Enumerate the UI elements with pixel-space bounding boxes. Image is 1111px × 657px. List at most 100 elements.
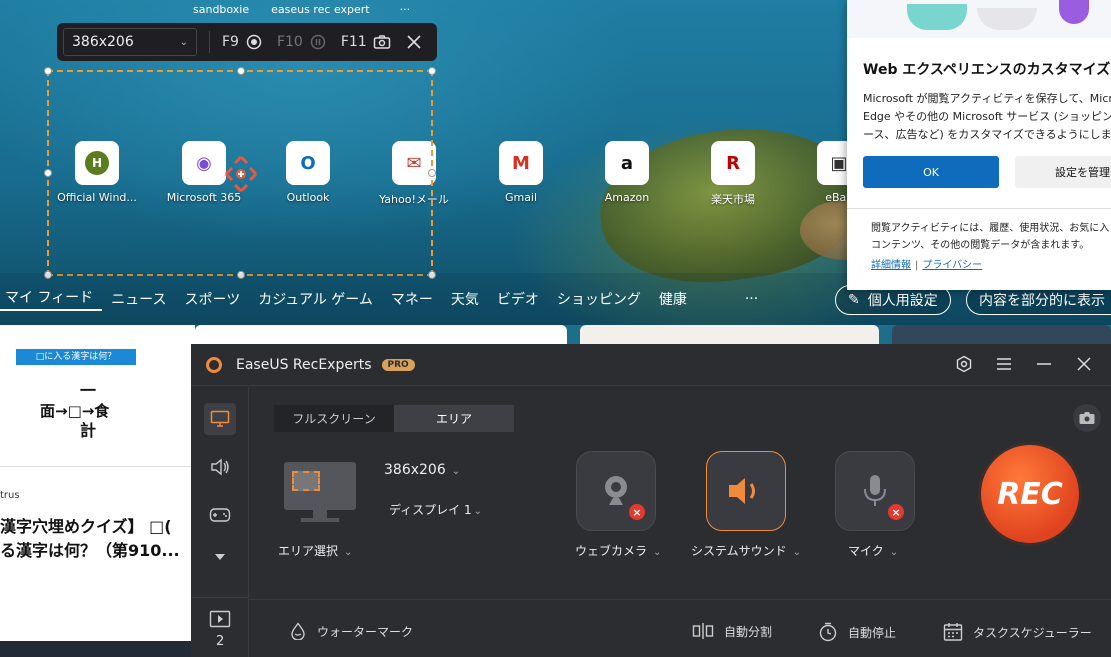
edge-customize-popup: Web エクスペリエンスのカスタマイズ Microsoft が閲覧アクティビティ…	[847, 0, 1111, 290]
area-select-dropdown[interactable]: エリア選択 ⌄	[278, 542, 352, 559]
popup-body: Microsoft が閲覧アクティビティを保存して、Microsoft Edge…	[863, 92, 1111, 141]
chevron-down-icon: ⌄	[792, 547, 802, 558]
chevron-down-icon: ⌄	[344, 547, 353, 558]
sidebar-audio-record[interactable]	[204, 451, 236, 483]
news-headline[interactable]: 漢字穴埋めクイズ】 □( る漢字は何？（第910...	[0, 515, 195, 563]
system-sound-dropdown[interactable]: システムサウンド ⌄	[691, 542, 801, 559]
speaker-icon	[211, 458, 229, 476]
nav-video[interactable]: ビデオ	[488, 289, 548, 309]
resize-handle-w[interactable]	[44, 169, 52, 177]
nav-my-feed[interactable]: マイ フィード	[0, 287, 103, 311]
gamepad-icon	[209, 508, 231, 522]
auto-split-button[interactable]: 自動分割	[692, 622, 772, 640]
close-icon[interactable]	[1075, 354, 1093, 374]
recexperts-window: EaseUS RecExperts PRO 2 フルスクリーン エリア 386x…	[191, 344, 1111, 657]
details-link[interactable]: 詳細情報	[871, 260, 911, 271]
manage-settings-button[interactable]: 設定を管理	[1015, 156, 1111, 188]
task-scheduler-button[interactable]: タスクスケジューラー	[943, 622, 1092, 642]
sidebar-expand[interactable]	[204, 541, 236, 573]
disabled-badge-icon: ×	[888, 504, 904, 520]
chevron-down-icon: ⌄	[653, 547, 662, 558]
popup-illustration	[847, 0, 1111, 38]
speaker-icon	[729, 478, 755, 504]
monitor-icon	[210, 410, 230, 427]
sidebar-screen-record[interactable]	[204, 403, 236, 435]
screenshot-camera-icon[interactable]	[373, 33, 391, 51]
recordings-count: 2	[216, 634, 225, 649]
nav-news[interactable]: ニュース	[102, 289, 175, 309]
nav-sports[interactable]: スポーツ	[175, 289, 249, 309]
menu-icon[interactable]	[995, 354, 1013, 374]
news-card[interactable]: □に入る漢字は何？ 一 面→□→食 計 trus 漢字穴埋めクイズ】 □( る漢…	[0, 325, 195, 657]
webcam-dropdown[interactable]: ウェブカメラ ⌄	[575, 542, 661, 559]
feed-card	[892, 325, 1111, 345]
popup-links: 詳細情報 | プライバシー	[871, 260, 983, 271]
gmail-icon: M	[499, 141, 543, 185]
area-size-dropdown[interactable]: 386x206 ⌄	[384, 462, 460, 478]
floating-record-toolbar: 386x206 ⌄ F9 F10 F11	[57, 23, 437, 61]
resize-handle-ne[interactable]	[428, 67, 436, 75]
chevron-down-icon: ⌄	[473, 506, 483, 517]
shortcut-rakuten[interactable]: R 楽天市場	[678, 141, 788, 207]
tabs-more[interactable]: ···	[400, 3, 411, 16]
hexagon-settings-icon[interactable]	[955, 354, 973, 374]
rakuten-icon: R	[711, 141, 755, 185]
tab-fullscreen[interactable]: フルスクリーン	[274, 405, 394, 432]
resize-handle-e[interactable]	[428, 169, 436, 177]
nav-casual-games[interactable]: カジュアル ゲーム	[249, 289, 382, 309]
kanji-quiz: 一 面→□→食 計	[40, 381, 110, 440]
news-next-card	[0, 641, 195, 657]
split-icon	[692, 623, 714, 639]
personalize-icon: ✎	[848, 292, 860, 308]
app-footer: ウォーターマーク 自動分割 自動停止 タスクスケジューラー	[249, 599, 1111, 657]
area-size-dropdown[interactable]: 386x206 ⌄	[63, 28, 197, 56]
privacy-link[interactable]: プライバシー	[922, 260, 982, 271]
ok-button[interactable]: OK	[863, 156, 999, 188]
record-start-icon[interactable]	[245, 33, 263, 51]
chevron-down-icon: ⌄	[451, 466, 461, 477]
webcam-toggle[interactable]: ×	[576, 451, 656, 531]
video-folder-icon	[209, 610, 231, 628]
move-cross-icon[interactable]	[224, 155, 258, 199]
screenshot-button[interactable]	[1073, 404, 1101, 432]
microphone-dropdown[interactable]: マイク ⌄	[848, 542, 898, 559]
tab-area[interactable]: エリア	[394, 405, 514, 432]
popup-note: 閲覧アクティビティには、履歴、使用状況、お気に入り、コンテンツ、その他の閲覧デー…	[871, 223, 1111, 251]
resize-handle-n[interactable]	[237, 67, 245, 75]
nav-health[interactable]: 健康	[650, 289, 696, 309]
watermark-drop-icon	[291, 622, 305, 640]
popup-divider	[847, 208, 1111, 209]
camera-icon	[1079, 412, 1095, 424]
nav-money[interactable]: マネー	[382, 289, 442, 309]
display-preview-icon	[284, 462, 356, 510]
webcam-icon	[605, 476, 627, 505]
watermark-button[interactable]: ウォーターマーク	[289, 622, 413, 640]
minimize-icon[interactable]	[1035, 354, 1053, 374]
feed-card	[195, 325, 567, 345]
auto-stop-button[interactable]: 自動停止	[818, 622, 896, 642]
rec-button[interactable]: REC	[981, 445, 1079, 543]
popup-title: Web エクスペリエンスのカスタマイズ	[863, 62, 1111, 78]
tab-easeus[interactable]: easeus rec expert	[271, 3, 369, 16]
nav-weather[interactable]: 天気	[442, 289, 488, 309]
app-titlebar: EaseUS RecExperts PRO	[191, 344, 1111, 386]
nav-shopping[interactable]: ショッピング	[548, 289, 650, 309]
tab-sandboxie[interactable]: sandboxie	[193, 3, 249, 16]
microphone-toggle[interactable]: ×	[835, 451, 915, 531]
news-image: □に入る漢字は何？ 一 面→□→食 計	[0, 325, 195, 467]
system-sound-toggle[interactable]	[706, 451, 786, 531]
resize-handle-nw[interactable]	[44, 67, 52, 75]
chevron-down-icon: ⌄	[179, 36, 188, 48]
app-sidebar: 2	[191, 387, 249, 657]
close-icon[interactable]	[405, 33, 423, 51]
shortcut-amazon[interactable]: a Amazon	[572, 141, 682, 204]
nav-more[interactable]: ···	[736, 291, 767, 307]
display-dropdown[interactable]: ディスプレイ 1 ⌄	[389, 501, 482, 518]
shortcut-gmail[interactable]: M Gmail	[466, 141, 576, 204]
capture-mode-tabs: フルスクリーン エリア	[274, 405, 514, 432]
sidebar-game-record[interactable]	[204, 499, 236, 531]
microphone-icon	[864, 475, 886, 506]
calendar-icon	[943, 623, 963, 641]
recordings-list-button[interactable]: 2	[191, 597, 249, 657]
amazon-icon: a	[605, 141, 649, 185]
